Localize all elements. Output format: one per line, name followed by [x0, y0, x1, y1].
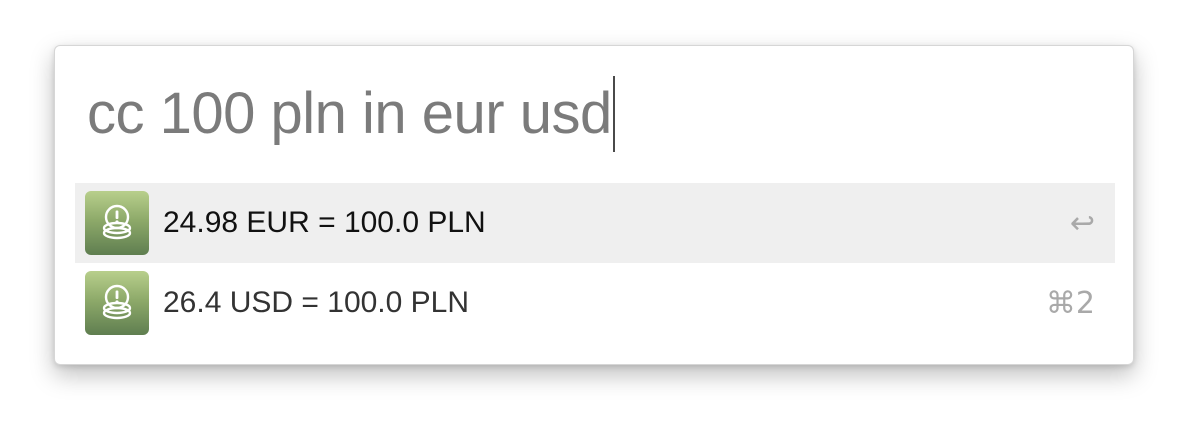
- result-item-eur[interactable]: 24.98 EUR = 100.0 PLN ↩: [75, 183, 1115, 263]
- results-list: 24.98 EUR = 100.0 PLN ↩ 26.4 USD = 100.0…: [75, 183, 1115, 343]
- result-item-usd[interactable]: 26.4 USD = 100.0 PLN ⌘2: [75, 263, 1115, 343]
- shortcut-label: ⌘2: [1045, 285, 1095, 321]
- result-title: 26.4 USD = 100.0 PLN: [163, 286, 470, 319]
- text-caret: [612, 76, 615, 152]
- launcher-window: cc 100 pln in eur usd 24.98 EUR = 100.0 …: [54, 45, 1134, 365]
- result-title: 24.98 EUR = 100.0 PLN: [163, 206, 486, 239]
- currency-coins-icon: [85, 191, 149, 255]
- currency-coins-icon: [85, 271, 149, 335]
- search-field[interactable]: cc 100 pln in eur usd: [87, 74, 615, 154]
- search-input[interactable]: cc 100 pln in eur usd: [87, 85, 612, 143]
- return-key-icon: ↩: [1069, 205, 1095, 241]
